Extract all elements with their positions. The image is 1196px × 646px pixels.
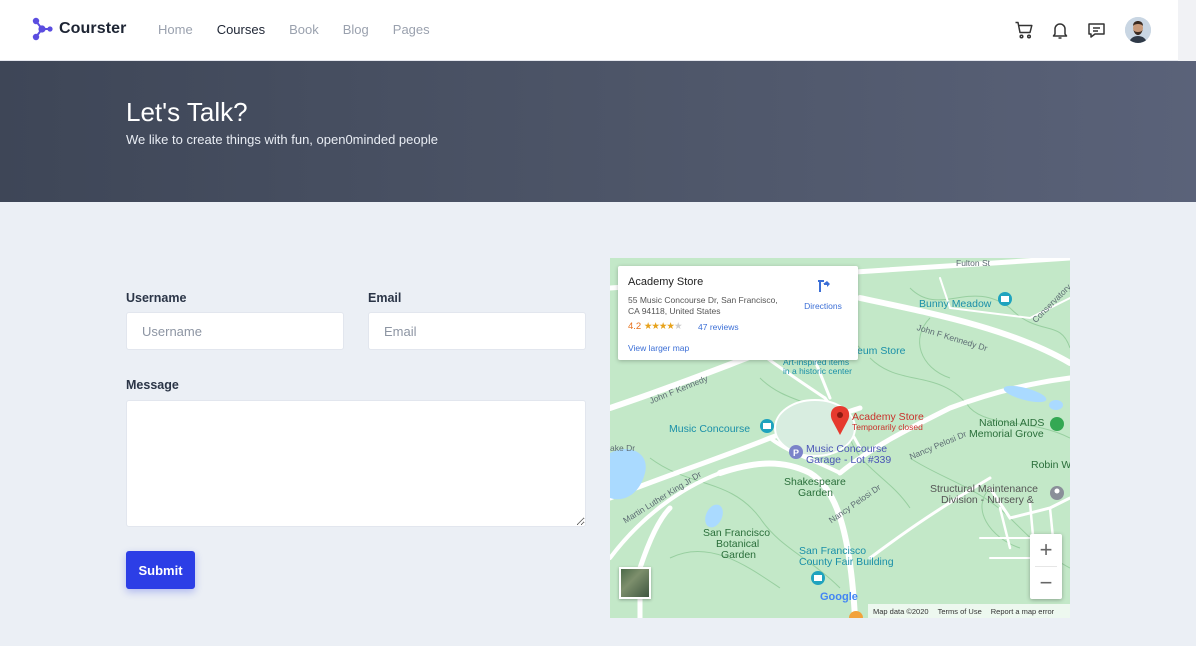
map-label-music-concourse: Music Concourse bbox=[669, 423, 751, 435]
nav-pages[interactable]: Pages bbox=[393, 22, 430, 37]
email-label: Email bbox=[368, 291, 402, 305]
directions-label: Directions bbox=[804, 301, 842, 311]
embedded-map[interactable]: P Fulton St Bunny Meadow John F Kennedy … bbox=[610, 258, 1070, 618]
logo-icon bbox=[32, 17, 53, 41]
nav-book[interactable]: Book bbox=[289, 22, 319, 37]
place-address: 55 Music Concourse Dr, San Francisco, CA… bbox=[628, 295, 778, 316]
directions-button[interactable]: Directions bbox=[801, 278, 845, 311]
reviews-link[interactable]: 47 reviews bbox=[698, 322, 739, 332]
map-label-robin: Robin W bbox=[1031, 459, 1070, 471]
cart-icon[interactable] bbox=[1013, 19, 1035, 41]
place-rating: 4.2 ★★★★★ bbox=[628, 321, 683, 332]
username-label: Username bbox=[126, 291, 187, 305]
terms-link[interactable]: Terms of Use bbox=[938, 607, 982, 616]
brand-name: Courster bbox=[59, 20, 127, 37]
map-label-botanical-3: Garden bbox=[721, 549, 757, 561]
header-actions bbox=[1013, 17, 1151, 43]
message-textarea[interactable] bbox=[126, 400, 586, 527]
bell-icon[interactable] bbox=[1049, 19, 1071, 41]
satellite-toggle[interactable] bbox=[619, 567, 651, 599]
zoom-out-button[interactable]: − bbox=[1030, 567, 1062, 599]
brand-logo[interactable]: Courster bbox=[31, 17, 126, 41]
map-label-division: Division - Nursery & bbox=[941, 494, 1034, 506]
view-larger-map-link[interactable]: View larger map bbox=[628, 343, 689, 353]
scrollbar-track[interactable] bbox=[1178, 0, 1196, 61]
username-input[interactable] bbox=[126, 312, 344, 350]
map-label-bunny-meadow: Bunny Meadow bbox=[919, 298, 992, 310]
top-navbar: Courster Home Courses Book Blog Pages bbox=[0, 0, 1178, 61]
hero-banner: Let's Talk? We like to create things wit… bbox=[0, 61, 1196, 202]
zoom-controls: + − bbox=[1030, 534, 1062, 599]
map-attribution: Map data ©2020 Terms of Use Report a map… bbox=[868, 604, 1070, 618]
nav-blog[interactable]: Blog bbox=[343, 22, 369, 37]
message-label: Message bbox=[126, 378, 179, 392]
nav-home[interactable]: Home bbox=[158, 22, 193, 37]
directions-icon bbox=[818, 280, 830, 292]
map-label-museum-store: eum Store bbox=[857, 345, 906, 357]
report-error-link[interactable]: Report a map error bbox=[991, 607, 1054, 616]
map-label-lake-dr: ake Dr bbox=[610, 443, 636, 453]
rating-stars-icon: ★★★★★ bbox=[643, 321, 683, 332]
email-input[interactable] bbox=[368, 312, 586, 350]
map-data-credit: Map data ©2020 bbox=[873, 606, 929, 616]
main-nav: Home Courses Book Blog Pages bbox=[158, 22, 430, 37]
map-label-garage-lot: Garage - Lot #339 bbox=[806, 454, 892, 466]
submit-button[interactable]: Submit bbox=[126, 551, 195, 589]
map-label-fulton: Fulton St bbox=[956, 258, 991, 268]
svg-text:P: P bbox=[793, 448, 799, 458]
map-label-shakespeare-garden: Garden bbox=[798, 487, 834, 499]
nav-courses[interactable]: Courses bbox=[217, 22, 265, 37]
map-label-art-center: in a historic center bbox=[783, 366, 852, 376]
map-label-memorial-grove: Memorial Grove bbox=[969, 428, 1044, 440]
place-info-card: Academy Store 55 Music Concourse Dr, San… bbox=[618, 266, 858, 360]
page-subtitle: We like to create things with fun, open0… bbox=[126, 132, 438, 147]
place-title: Academy Store bbox=[628, 276, 704, 288]
message-icon[interactable] bbox=[1085, 19, 1107, 41]
rating-value: 4.2 bbox=[628, 321, 642, 332]
user-avatar[interactable] bbox=[1125, 17, 1151, 43]
zoom-in-button[interactable]: + bbox=[1030, 534, 1062, 566]
map-label-temporarily-closed: Temporarily closed bbox=[852, 422, 923, 432]
page-title: Let's Talk? bbox=[126, 97, 248, 127]
google-logo: Google bbox=[820, 591, 858, 603]
map-label-fair-building: County Fair Building bbox=[799, 556, 894, 568]
